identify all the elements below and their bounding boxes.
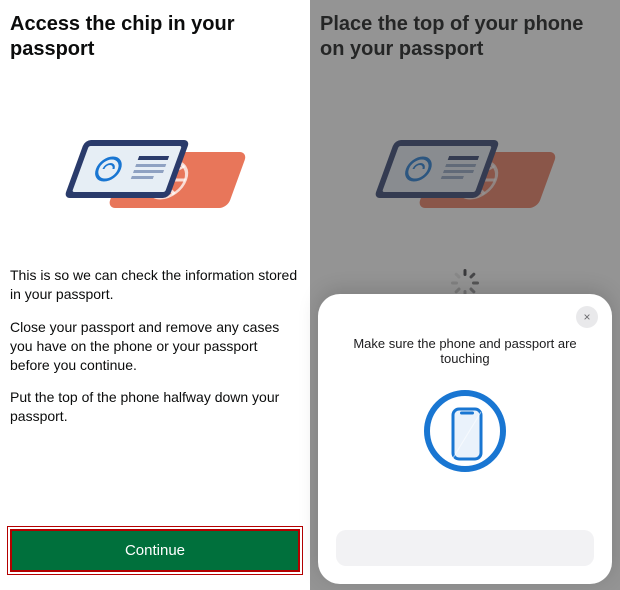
page-title: Access the chip in your passport: [10, 12, 300, 62]
passport-phone-icon: [45, 118, 265, 218]
nfc-scan-sheet: × Make sure the phone and passport are t…: [318, 294, 612, 584]
instruction-paragraph-1: This is so we can check the information …: [10, 266, 300, 304]
instruction-paragraph-2: Close your passport and remove any cases…: [10, 318, 300, 375]
passport-phone-illustration: [10, 118, 300, 218]
screen-place-phone: Place the top of your phone on your pass…: [310, 0, 620, 590]
instruction-paragraph-3: Put the top of the phone halfway down yo…: [10, 388, 300, 426]
sheet-message: Make sure the phone and passport are tou…: [336, 336, 594, 366]
close-button[interactable]: ×: [576, 306, 598, 328]
continue-button[interactable]: Continue: [10, 529, 300, 572]
phone-outline-icon: [420, 386, 510, 481]
close-icon: ×: [583, 310, 590, 324]
sheet-action-bar[interactable]: [336, 530, 594, 566]
screen-access-chip: Access the chip in your passport: [0, 0, 310, 590]
